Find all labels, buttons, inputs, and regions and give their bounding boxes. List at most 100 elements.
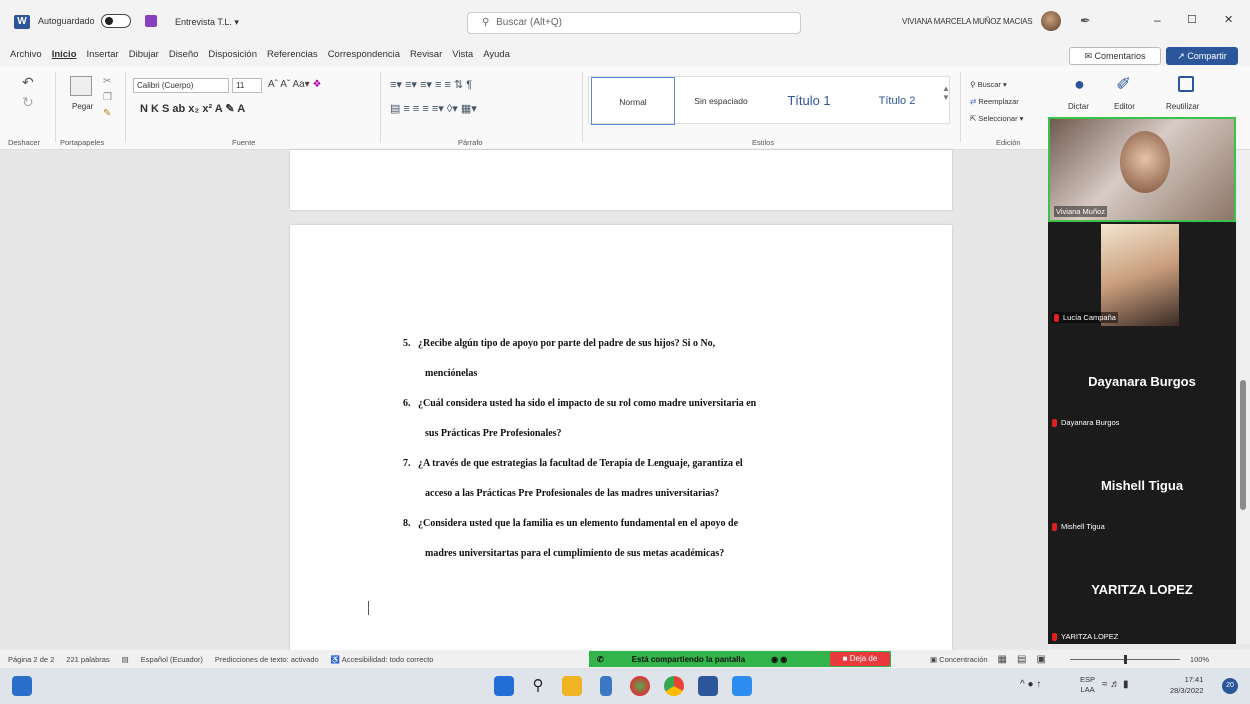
focus-mode[interactable]: ▣ Concentración xyxy=(930,655,988,664)
maximize-button[interactable]: ☐ xyxy=(1187,13,1197,26)
zoom-level[interactable]: 100% xyxy=(1190,655,1209,664)
taskbar: ⚲ ^ ● ↑ ESP LAA ≈ ♬ ▮ 17:41 28/3/2022 20 xyxy=(0,668,1250,704)
align-icon[interactable]: ▤ ≡ ≡ ≡ ≡▾ ◊▾ ▦▾ xyxy=(390,102,477,115)
page-2[interactable]: 5. ¿Recibe algún tipo de apoyo por parte… xyxy=(290,225,952,650)
document-name[interactable]: Entrevista T.L. ▾ xyxy=(175,17,239,28)
widgets-icon[interactable] xyxy=(12,676,32,696)
redo-icon[interactable]: ↻ xyxy=(22,94,34,111)
tray-icons[interactable]: ^ ● ↑ xyxy=(1020,679,1041,690)
menu-bar: Archivo Inicio Insertar Dibujar Diseño D… xyxy=(0,44,1250,66)
participant-tile-dayanara[interactable]: Dayanara Burgos Dayanara Burgos xyxy=(1048,328,1236,430)
dictate-label[interactable]: Dictar xyxy=(1068,102,1089,111)
tab-revisar[interactable]: Revisar xyxy=(410,49,442,60)
edit-group-label: Edición xyxy=(996,138,1021,147)
app-icon[interactable] xyxy=(600,676,612,696)
avatar[interactable] xyxy=(1041,11,1061,31)
proofing-icon[interactable]: ▤ xyxy=(122,655,129,664)
style-titulo-2[interactable]: Título 2 xyxy=(855,77,939,125)
style-titulo-1[interactable]: Título 1 xyxy=(767,77,851,125)
replace-button[interactable]: ⇄ Reemplazar xyxy=(970,93,1023,110)
tab-correspondencia[interactable]: Correspondencia xyxy=(328,49,400,60)
editor-label[interactable]: Editor xyxy=(1114,102,1135,111)
autosave-toggle[interactable] xyxy=(100,14,131,28)
accessibility-status[interactable]: ♿ Accesibilidad: todo correcto xyxy=(331,655,434,664)
minimize-button[interactable]: – xyxy=(1154,13,1161,27)
style-sin-espaciado[interactable]: Sin espaciado xyxy=(679,77,763,125)
language-indicator[interactable]: ESP LAA xyxy=(1080,675,1095,695)
pen-icon[interactable]: ✒ xyxy=(1080,13,1091,29)
participant-tile-viviana[interactable]: Viviana Muñoz xyxy=(1048,117,1236,222)
tab-dibujar[interactable]: Dibujar xyxy=(129,49,159,60)
zoom-meetings-icon[interactable] xyxy=(732,676,752,696)
font-format-tools[interactable]: N K S ab x₂ x² A ✎ A xyxy=(140,102,245,115)
comment-icon: ✉ xyxy=(1084,51,1095,61)
cut-icon[interactable]: ✂ xyxy=(103,76,111,87)
tab-archivo[interactable]: Archivo xyxy=(10,49,42,60)
scrollbar-thumb[interactable] xyxy=(1240,380,1246,510)
microphone-icon[interactable]: ● xyxy=(1074,74,1085,95)
search-icon[interactable]: ⚲ xyxy=(528,676,548,696)
tab-diseno[interactable]: Diseño xyxy=(169,49,199,60)
search-input[interactable]: ⚲ Buscar (Alt+Q) xyxy=(467,12,801,34)
chrome-icon[interactable] xyxy=(664,676,684,696)
font-size-select[interactable]: 11 xyxy=(232,78,262,93)
paste-label[interactable]: Pegar xyxy=(72,102,93,111)
participant-name-label: YARITZA LOPEZ xyxy=(1052,632,1118,641)
find-button[interactable]: ⚲ Buscar ▾ xyxy=(970,76,1023,93)
page-count[interactable]: Página 2 de 2 xyxy=(8,655,54,664)
format-painter-icon[interactable]: ✎ xyxy=(103,108,111,119)
share-controls-icon[interactable]: ◉ ◉ xyxy=(771,655,787,664)
participant-video xyxy=(1101,224,1179,326)
tab-insertar[interactable]: Insertar xyxy=(87,49,119,60)
tab-referencias[interactable]: Referencias xyxy=(267,49,318,60)
reuse-label[interactable]: Reutilizar xyxy=(1166,102,1199,111)
share-button[interactable]: ↗ Compartir xyxy=(1166,47,1238,65)
zoom-slider[interactable] xyxy=(1069,655,1180,664)
participant-tile-yaritza[interactable]: YARITZA LOPEZ YARITZA LOPEZ xyxy=(1048,536,1236,644)
reuse-icon[interactable] xyxy=(1178,76,1194,92)
undo-icon[interactable]: ↶ xyxy=(22,74,34,91)
close-button[interactable]: ✕ xyxy=(1224,13,1233,26)
zoom-app-icon[interactable] xyxy=(630,676,650,696)
print-layout-icon[interactable]: ▤ xyxy=(1017,654,1026,665)
select-button[interactable]: ⇱ Seleccionar ▾ xyxy=(970,110,1023,127)
wifi-volume-battery-icon[interactable]: ≈ ♬ ▮ xyxy=(1102,679,1129,690)
tab-disposicion[interactable]: Disposición xyxy=(208,49,257,60)
editor-icon[interactable]: ✐ xyxy=(1116,74,1131,95)
sharing-status: Está compartiendo la pantalla xyxy=(631,654,746,664)
tab-ayuda[interactable]: Ayuda xyxy=(483,49,510,60)
save-icon[interactable] xyxy=(144,15,157,27)
question-8-line1: 8. ¿Considera usted que la familia es un… xyxy=(403,518,739,529)
participant-display-name: Dayanara Burgos xyxy=(1088,374,1196,389)
word-app-icon[interactable] xyxy=(698,676,718,696)
comments-button[interactable]: ✉ Comentarios xyxy=(1069,47,1161,65)
styles-scroll-icon[interactable]: ▲ ▼ xyxy=(942,84,950,102)
language-status[interactable]: Español (Ecuador) xyxy=(141,655,203,664)
question-7-line2: acceso a las Prácticas Pre Profesionales… xyxy=(425,488,720,499)
bullets-icon[interactable]: ≡▾ ≡▾ ≡▾ ≡ ≡ ⇅ ¶ xyxy=(390,78,472,91)
style-normal[interactable]: Normal xyxy=(591,77,675,125)
font-name-select[interactable]: Calibri (Cuerpo) xyxy=(133,78,229,93)
web-layout-icon[interactable]: ▣ xyxy=(1036,654,1045,665)
tab-inicio[interactable]: Inicio xyxy=(52,49,77,60)
search-icon: ⚲ xyxy=(482,17,490,28)
participant-tile-mishell[interactable]: Mishell Tigua Mishell Tigua xyxy=(1048,432,1236,534)
file-explorer-icon[interactable] xyxy=(562,676,582,696)
vertical-scrollbar[interactable] xyxy=(1237,150,1250,644)
participant-video xyxy=(1120,131,1170,193)
tab-vista[interactable]: Vista xyxy=(452,49,473,60)
user-name[interactable]: VIVIANA MARCELA MUÑOZ MACIAS xyxy=(902,17,1033,26)
notification-badge[interactable]: 20 xyxy=(1222,678,1238,694)
predictions-status[interactable]: Predicciones de texto: activado xyxy=(215,655,319,664)
participant-tile-lucia[interactable]: Lucía Campaña xyxy=(1048,224,1236,326)
paste-icon[interactable] xyxy=(70,76,92,96)
read-mode-icon[interactable]: ▦ xyxy=(998,654,1007,665)
word-count[interactable]: 221 palabras xyxy=(66,655,109,664)
copy-icon[interactable]: ❐ xyxy=(103,92,112,103)
start-icon[interactable] xyxy=(494,676,514,696)
clock[interactable]: 17:41 28/3/2022 xyxy=(1170,674,1203,696)
autosave[interactable]: Autoguardado xyxy=(38,14,157,28)
stop-share-button[interactable]: ■ Deja de xyxy=(830,652,890,666)
video-participants-panel: Viviana Muñoz Lucía Campaña Dayanara Bur… xyxy=(1048,117,1236,644)
font-grow-shrink-icon[interactable]: Aˆ Aˇ Aa▾ ❖ xyxy=(268,79,321,90)
